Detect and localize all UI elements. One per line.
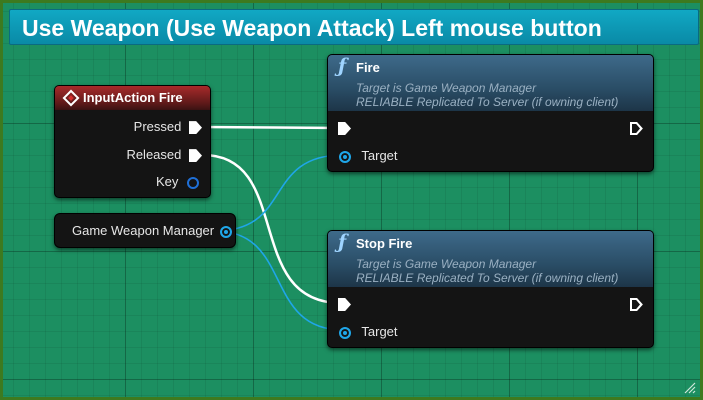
- pressed-exec-pin-icon[interactable]: [189, 121, 202, 135]
- pressed-pin-label: Pressed: [133, 119, 182, 134]
- released-pin-label: Released: [126, 147, 182, 162]
- stop-fire-target-pin-row: Target: [339, 324, 398, 339]
- pressed-pin-row: Pressed: [133, 119, 202, 135]
- released-exec-pin-icon[interactable]: [189, 149, 202, 163]
- stop-fire-exec-output-pin-icon[interactable]: [630, 298, 643, 311]
- stop-fire-function-node[interactable]: ƒ Stop Fire Target is Game Weapon Manage…: [327, 230, 654, 348]
- blueprint-graph-canvas[interactable]: Use Weapon (Use Weapon Attack) Left mous…: [0, 0, 703, 400]
- key-pin-row: Key: [156, 174, 199, 189]
- fire-exec-output-pin-icon[interactable]: [630, 122, 643, 135]
- variable-row: Game Weapon Manager: [72, 223, 232, 238]
- stop-fire-node-header[interactable]: ƒ Stop Fire Target is Game Weapon Manage…: [328, 231, 653, 287]
- exec-wire-pressed-to-fire[interactable]: [202, 125, 342, 130]
- input-event-diamond-icon: [62, 89, 80, 107]
- stop-fire-node-subtitle-target: Target is Game Weapon Manager: [356, 257, 537, 271]
- released-pin-row: Released: [126, 147, 202, 163]
- function-f-icon: ƒ: [338, 55, 347, 77]
- fire-node-subtitle-target: Target is Game Weapon Manager: [356, 81, 537, 95]
- fire-target-pin-row: Target: [339, 148, 398, 163]
- fire-node-header[interactable]: ƒ Fire Target is Game Weapon Manager REL…: [328, 55, 653, 111]
- game-weapon-manager-variable-node[interactable]: Game Weapon Manager: [54, 213, 236, 248]
- fire-node-title: Fire: [356, 60, 380, 75]
- resize-grip-icon[interactable]: [682, 380, 696, 394]
- fire-exec-input-pin-icon[interactable]: [338, 122, 351, 135]
- stop-fire-exec-input-pin-icon[interactable]: [338, 298, 351, 311]
- variable-output-pin-icon[interactable]: [219, 225, 232, 238]
- fire-target-pin-icon[interactable]: [339, 150, 351, 163]
- fire-target-label: Target: [361, 148, 398, 163]
- stop-fire-target-pin-icon[interactable]: [339, 326, 351, 339]
- input-action-node-header[interactable]: InputAction Fire: [55, 86, 210, 110]
- function-f-icon: ƒ: [338, 231, 347, 253]
- fire-function-node[interactable]: ƒ Fire Target is Game Weapon Manager REL…: [327, 54, 654, 172]
- key-pin-label: Key: [155, 174, 179, 189]
- stop-fire-node-title: Stop Fire: [356, 236, 413, 251]
- stop-fire-target-label: Target: [361, 324, 398, 339]
- stop-fire-node-subtitle-replication: RELIABLE Replicated To Server (if owning…: [356, 271, 619, 285]
- input-action-title: InputAction Fire: [83, 90, 183, 105]
- key-data-pin-icon[interactable]: [187, 176, 199, 189]
- variable-label: Game Weapon Manager: [72, 223, 215, 238]
- input-action-fire-node[interactable]: InputAction Fire Pressed Released Key: [54, 85, 211, 198]
- fire-node-subtitle-replication: RELIABLE Replicated To Server (if owning…: [356, 95, 619, 109]
